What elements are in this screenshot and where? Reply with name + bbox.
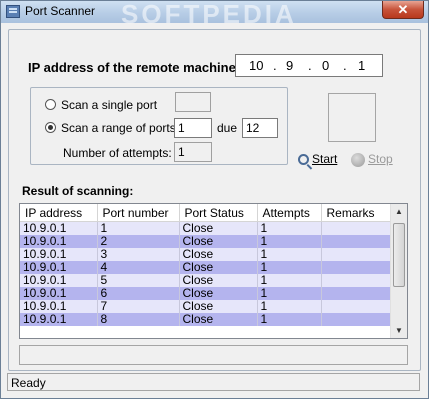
single-port-input[interactable] bbox=[175, 92, 211, 112]
range-from-input[interactable]: 1 bbox=[174, 118, 212, 138]
table-row[interactable]: 10.9.0.1 2 Close 1 bbox=[20, 235, 391, 248]
due-label: due bbox=[217, 121, 238, 135]
table-row[interactable]: 10.9.0.1 5 Close 1 bbox=[20, 274, 391, 287]
cell-status: Close bbox=[179, 261, 258, 274]
cell-ip: 10.9.0.1 bbox=[20, 300, 98, 313]
cell-status: Close bbox=[179, 221, 258, 235]
cell-attempts: 1 bbox=[257, 248, 322, 261]
cell-port: 2 bbox=[97, 235, 180, 248]
table-row[interactable]: 10.9.0.1 3 Close 1 bbox=[20, 248, 391, 261]
table-row[interactable]: 10.9.0.1 7 Close 1 bbox=[20, 300, 391, 313]
cell-attempts: 1 bbox=[257, 261, 322, 274]
cell-ip: 10.9.0.1 bbox=[20, 221, 98, 235]
column-header-attempts[interactable]: Attempts bbox=[257, 204, 322, 222]
cell-port: 6 bbox=[97, 287, 180, 300]
ip-octet-1[interactable]: 10 bbox=[249, 58, 263, 73]
magnifier-icon bbox=[298, 154, 309, 166]
start-label: Start bbox=[312, 152, 338, 166]
status-text: Ready bbox=[11, 376, 46, 390]
column-header-ip[interactable]: IP address bbox=[20, 204, 98, 222]
table-row[interactable]: 10.9.0.1 4 Close 1 bbox=[20, 261, 391, 274]
cell-status: Close bbox=[179, 248, 258, 261]
scroll-thumb[interactable] bbox=[393, 223, 405, 287]
cell-port: 1 bbox=[97, 221, 180, 235]
ip-label: IP address of the remote machine: bbox=[28, 60, 241, 75]
scroll-up-icon[interactable]: ▲ bbox=[395, 207, 403, 216]
watermark: SOFTPEDIA bbox=[121, 0, 297, 29]
table-header: IP address Port number Port Status Attem… bbox=[20, 204, 391, 222]
cell-attempts: 1 bbox=[257, 221, 322, 235]
start-button[interactable]: Start bbox=[298, 152, 337, 168]
cell-status: Close bbox=[179, 300, 258, 313]
cell-attempts: 1 bbox=[257, 287, 322, 300]
cell-ip: 10.9.0.1 bbox=[20, 248, 98, 261]
cell-remarks bbox=[321, 261, 391, 274]
table-row[interactable]: 10.9.0.1 6 Close 1 bbox=[20, 287, 391, 300]
close-button[interactable]: ✕ bbox=[382, 1, 424, 19]
cell-port: 5 bbox=[97, 274, 180, 287]
ip-address-field[interactable]: 10 . 9 . 0 . 1 bbox=[235, 54, 383, 77]
port-range-label[interactable]: Scan a range of ports bbox=[61, 121, 176, 135]
port-range-radio[interactable] bbox=[45, 122, 56, 133]
attempts-label: Number of attempts: bbox=[63, 146, 172, 160]
status-bar: Ready bbox=[7, 373, 420, 391]
cell-remarks bbox=[321, 274, 391, 287]
stop-label: Stop bbox=[368, 152, 393, 166]
cell-port: 7 bbox=[97, 300, 180, 313]
cell-remarks bbox=[321, 313, 391, 326]
ip-dot: . bbox=[343, 58, 347, 73]
cell-port: 4 bbox=[97, 261, 180, 274]
column-header-remarks[interactable]: Remarks bbox=[321, 204, 391, 222]
single-port-label[interactable]: Scan a single port bbox=[61, 98, 157, 112]
results-table[interactable]: IP address Port number Port Status Attem… bbox=[19, 203, 408, 339]
cell-remarks bbox=[321, 221, 391, 235]
range-to-input[interactable]: 12 bbox=[242, 118, 278, 138]
scroll-down-icon[interactable]: ▼ bbox=[395, 326, 403, 335]
cell-attempts: 1 bbox=[257, 300, 322, 313]
results-label: Result of scanning: bbox=[22, 184, 134, 198]
cell-ip: 10.9.0.1 bbox=[20, 313, 98, 326]
cell-ip: 10.9.0.1 bbox=[20, 261, 98, 274]
ip-octet-4[interactable]: 1 bbox=[358, 58, 365, 73]
cell-port: 3 bbox=[97, 248, 180, 261]
stop-icon bbox=[351, 152, 365, 167]
cell-port: 8 bbox=[97, 313, 180, 326]
cell-status: Close bbox=[179, 235, 258, 248]
ip-dot: . bbox=[273, 58, 277, 73]
cell-remarks bbox=[321, 235, 391, 248]
cell-ip: 10.9.0.1 bbox=[20, 274, 98, 287]
window-title: Port Scanner bbox=[25, 4, 96, 18]
ip-dot: . bbox=[308, 58, 312, 73]
preview-box bbox=[328, 93, 376, 142]
cell-remarks bbox=[321, 248, 391, 261]
app-icon bbox=[6, 5, 20, 18]
cell-status: Close bbox=[179, 287, 258, 300]
cell-status: Close bbox=[179, 313, 258, 326]
cell-remarks bbox=[321, 287, 391, 300]
table-row[interactable]: 10.9.0.1 1 Close 1 bbox=[20, 221, 391, 235]
cell-attempts: 1 bbox=[257, 313, 322, 326]
cell-status: Close bbox=[179, 274, 258, 287]
cell-attempts: 1 bbox=[257, 274, 322, 287]
column-header-port[interactable]: Port number bbox=[97, 204, 180, 222]
ip-octet-2[interactable]: 9 bbox=[286, 58, 293, 73]
stop-button[interactable]: Stop bbox=[351, 152, 393, 168]
ip-octet-3[interactable]: 0 bbox=[322, 58, 329, 73]
cell-ip: 10.9.0.1 bbox=[20, 235, 98, 248]
cell-ip: 10.9.0.1 bbox=[20, 287, 98, 300]
table-row[interactable]: 10.9.0.1 8 Close 1 bbox=[20, 313, 391, 326]
attempts-input[interactable]: 1 bbox=[174, 142, 212, 162]
cell-attempts: 1 bbox=[257, 235, 322, 248]
vertical-scrollbar[interactable]: ▲ ▼ bbox=[390, 204, 407, 338]
port-scanner-window: Port Scanner SOFTPEDIA ✕ IP address of t… bbox=[0, 0, 429, 399]
single-port-radio[interactable] bbox=[45, 99, 56, 110]
column-header-status[interactable]: Port Status bbox=[179, 204, 258, 222]
progress-bar bbox=[19, 345, 408, 365]
cell-remarks bbox=[321, 300, 391, 313]
title-bar[interactable]: Port Scanner SOFTPEDIA ✕ bbox=[1, 0, 428, 29]
